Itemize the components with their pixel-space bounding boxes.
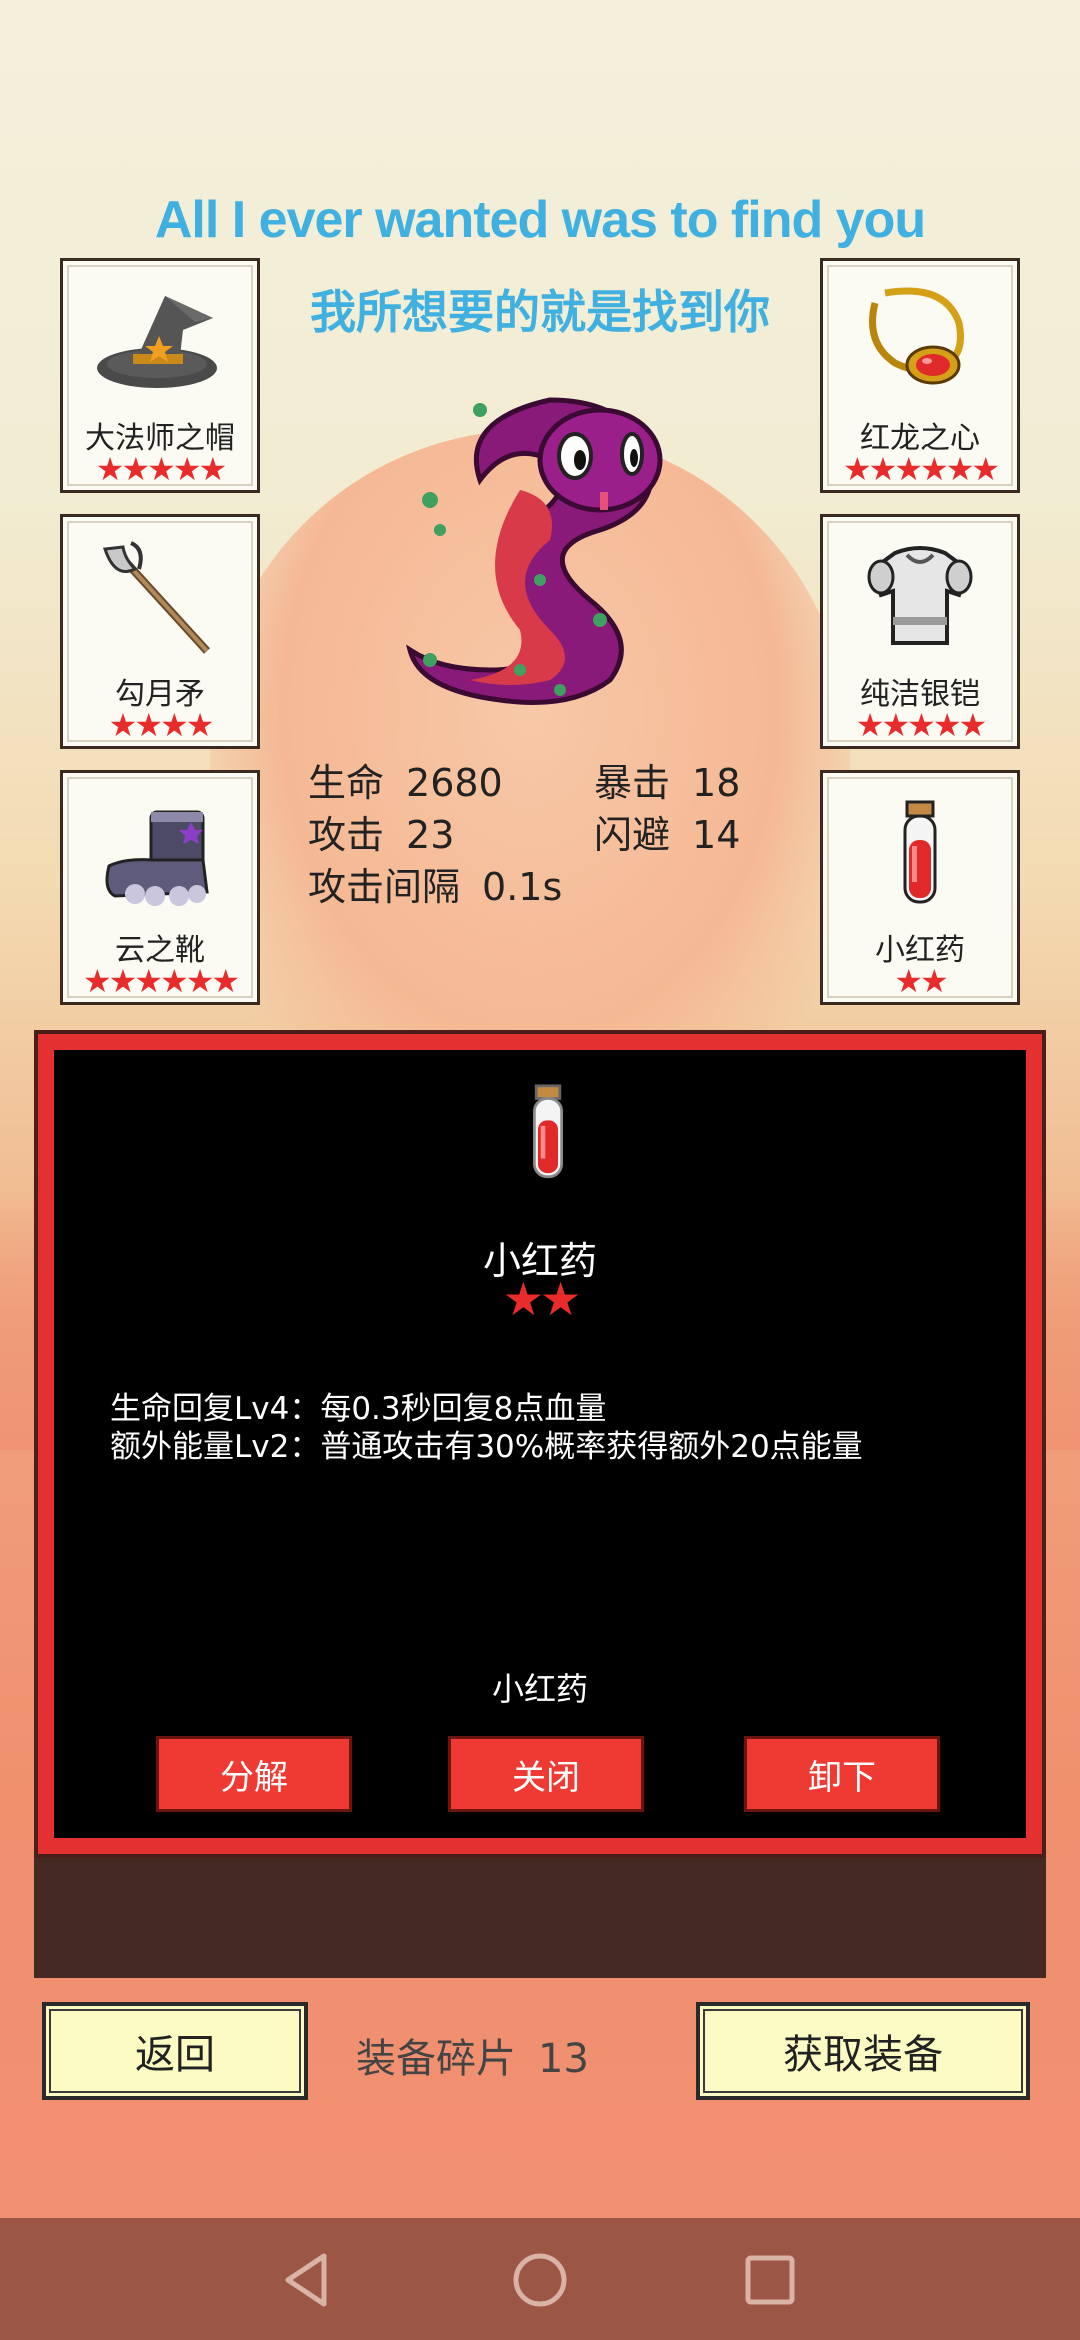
stat-label: 攻击 xyxy=(308,813,385,857)
red-dragon-heart-amulet-icon xyxy=(823,283,1017,403)
equip-slot-hat[interactable]: 大法师之帽 ★★★★★ xyxy=(60,258,260,493)
stat-value: 2680 xyxy=(406,761,503,805)
detail-item-stars: ★★ xyxy=(502,1272,581,1326)
equip-stars: ★★★★★★ xyxy=(82,962,240,1000)
detail-skills: 生命回复Lv4：每0.3秒回复8点血量 额外能量Lv2：普通攻击有30%概率获得… xyxy=(110,1390,863,1466)
stat-dodge: 闪避 14 xyxy=(594,804,740,859)
skill-line: 额外能量Lv2：普通攻击有30%概率获得额外20点能量 xyxy=(110,1429,863,1465)
silver-armor-icon xyxy=(823,539,1017,659)
stat-label: 攻击间隔 xyxy=(308,865,461,909)
close-button[interactable]: 关闭 xyxy=(448,1736,644,1812)
back-button[interactable]: 返回 xyxy=(42,2002,308,2100)
red-potion-icon xyxy=(823,795,1017,915)
system-nav-bar xyxy=(0,2218,1080,2340)
cloud-boots-icon xyxy=(63,795,257,915)
equip-slot-potion[interactable]: 小红药 ★★ xyxy=(820,770,1020,1005)
detail-footer-name: 小红药 xyxy=(491,1670,588,1708)
stat-hp: 生命 2680 xyxy=(308,752,503,807)
stat-label: 闪避 xyxy=(594,813,671,857)
equipment-fragments: 装备碎片 13 xyxy=(356,2026,589,2084)
nav-back-icon[interactable] xyxy=(278,2250,338,2310)
equip-stars: ★★★★★ xyxy=(95,450,227,488)
equipment-detail-panel: 小红药 ★★ 生命回复Lv4：每0.3秒回复8点血量 额外能量Lv2：普通攻击有… xyxy=(54,1050,1026,1838)
stat-crit: 暴击 18 xyxy=(594,752,740,807)
equip-slot-weapon[interactable]: 勾月矛 ★★★★ xyxy=(60,514,260,749)
stat-value: 14 xyxy=(692,813,741,857)
stat-value: 0.1s xyxy=(482,865,563,909)
equip-slot-amulet[interactable]: 红龙之心 ★★★★★★ xyxy=(820,258,1020,493)
red-potion-icon xyxy=(524,1084,572,1184)
get-equipment-button[interactable]: 获取装备 xyxy=(696,2002,1030,2100)
stat-value: 23 xyxy=(406,813,455,857)
fragments-value: 13 xyxy=(538,2036,589,2082)
equip-slot-boots[interactable]: 云之靴 ★★★★★★ xyxy=(60,770,260,1005)
equipment-detail-dialog: 小红药 ★★ 生命回复Lv4：每0.3秒回复8点血量 额外能量Lv2：普通攻击有… xyxy=(34,1030,1046,1858)
stat-label: 生命 xyxy=(308,761,385,805)
nav-home-icon[interactable] xyxy=(510,2250,570,2310)
inventory-strip xyxy=(34,1858,1046,1978)
crescent-spear-icon xyxy=(63,539,257,659)
lyric-english: All I ever wanted was to find you xyxy=(154,191,926,249)
equip-stars: ★★★★★ xyxy=(855,706,987,744)
equip-stars: ★★★★ xyxy=(108,706,215,744)
decompose-button[interactable]: 分解 xyxy=(156,1736,352,1812)
wizard-hat-icon xyxy=(63,283,257,403)
fragments-label: 装备碎片 xyxy=(356,2036,516,2082)
equip-stars: ★★★★★★ xyxy=(842,450,1000,488)
snake-character xyxy=(400,380,680,710)
nav-recents-icon[interactable] xyxy=(740,2250,800,2310)
unequip-button[interactable]: 卸下 xyxy=(744,1736,940,1812)
stat-attack-interval: 攻击间隔 0.1s xyxy=(308,856,562,911)
equip-stars: ★★ xyxy=(894,962,948,1000)
equip-slot-armor[interactable]: 纯洁银铠 ★★★★★ xyxy=(820,514,1020,749)
stat-label: 暴击 xyxy=(594,761,671,805)
stat-value: 18 xyxy=(692,761,741,805)
stat-attack: 攻击 23 xyxy=(308,804,454,859)
skill-line: 生命回复Lv4：每0.3秒回复8点血量 xyxy=(110,1391,607,1427)
